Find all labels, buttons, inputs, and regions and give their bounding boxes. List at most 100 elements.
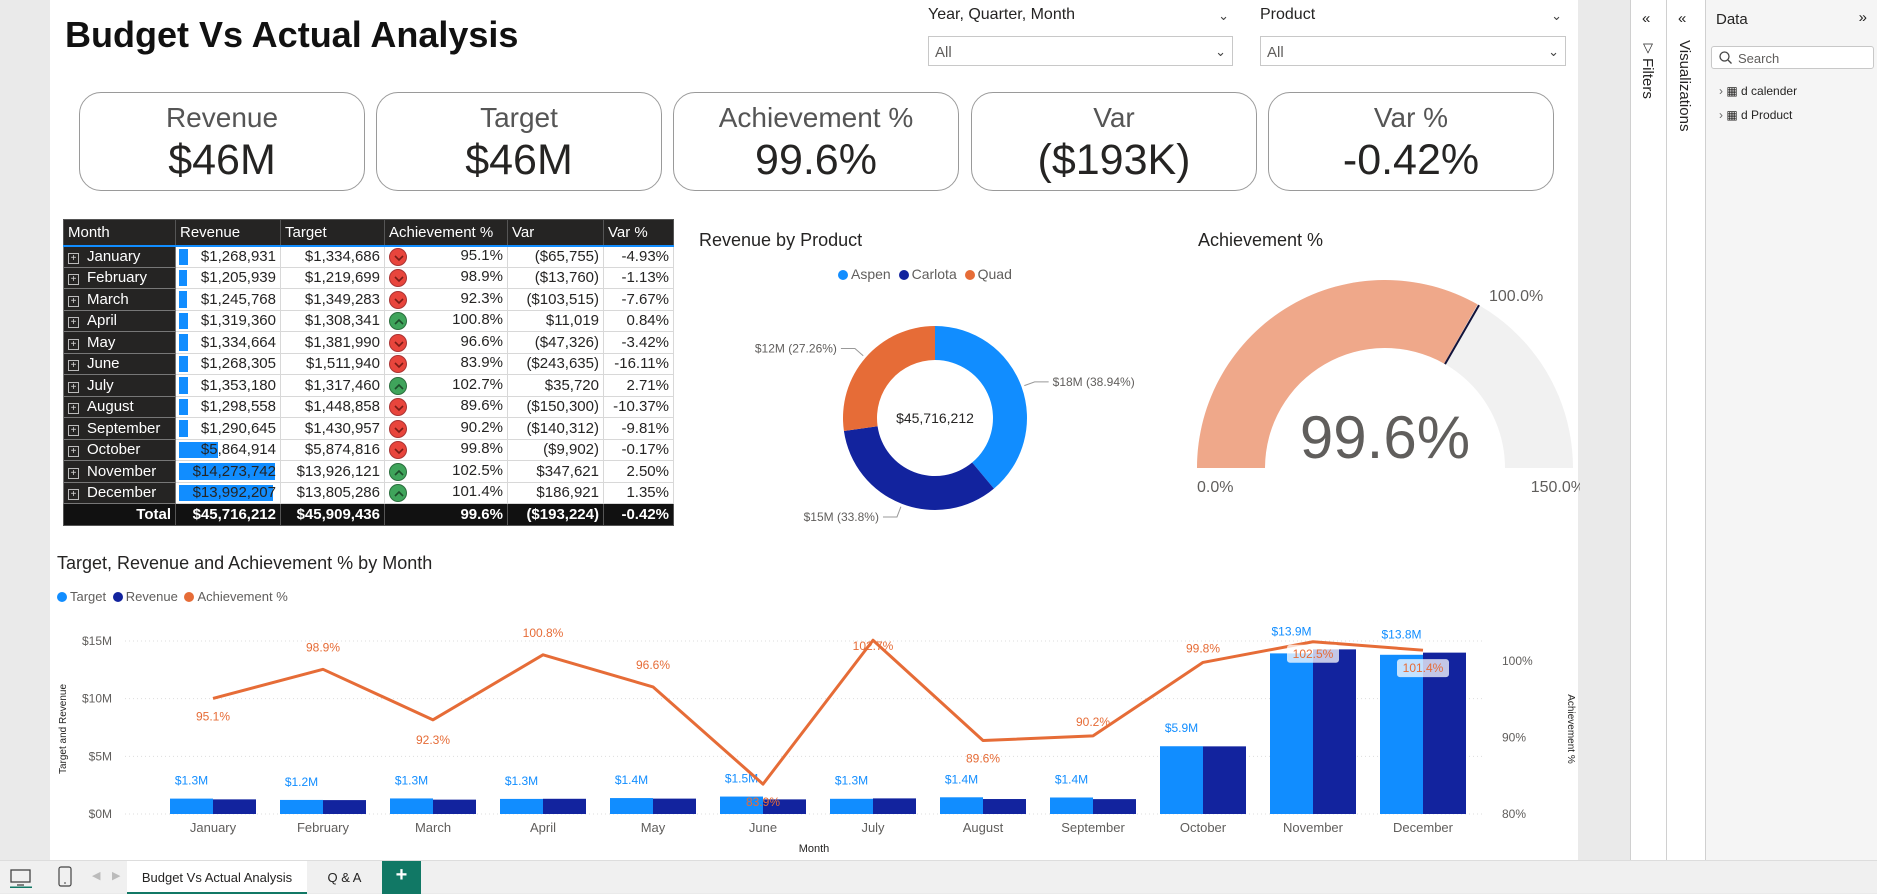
expand-icon[interactable]: + (68, 467, 79, 479)
target-bar[interactable] (500, 798, 543, 814)
gauge-value-label: 99.6% (1300, 404, 1470, 471)
month-cell[interactable]: + January (63, 245, 176, 268)
slicer-dropdown[interactable]: All ⌄ (928, 36, 1233, 66)
expand-filters-icon[interactable]: « (1642, 10, 1650, 27)
visualizations-pane-collapsed[interactable]: « Visualizations (1666, 0, 1705, 860)
expand-icon[interactable]: + (68, 403, 79, 415)
combo-chart: $0M $5M $10M $15M 80% 90% 100% Target and Reven… (58, 624, 1576, 855)
legend-item-target[interactable]: Target (57, 589, 106, 604)
data-item-d-calender[interactable]: › ▦ d calender (1719, 84, 1797, 98)
filters-pane-collapsed[interactable]: « ▽ Filters (1630, 0, 1666, 860)
expand-icon[interactable]: + (68, 274, 79, 286)
var-percent-cell: -9.81% (603, 417, 674, 440)
month-cell[interactable]: + June (63, 352, 176, 375)
donut-data-label: $18M (38.94%) (1053, 375, 1135, 389)
target-bar[interactable] (170, 798, 213, 814)
month-cell[interactable]: + November (63, 460, 176, 483)
expand-icon[interactable]: + (68, 317, 79, 329)
mobile-layout-icon[interactable] (58, 866, 72, 893)
revenue-bar[interactable] (213, 799, 256, 814)
slicer-product[interactable]: Product ⌄ All ⌄ (1260, 6, 1566, 66)
target-bar[interactable] (1160, 746, 1203, 814)
column-header-revenue[interactable]: Revenue (175, 219, 281, 247)
legend-item-quad[interactable]: Quad (961, 266, 1012, 282)
month-cell[interactable]: + April (63, 309, 176, 332)
expand-icon[interactable]: + (68, 253, 79, 264)
revenue-bar[interactable] (983, 799, 1026, 814)
data-search-input[interactable]: Search (1711, 46, 1874, 69)
revenue-bar[interactable] (433, 799, 476, 814)
desktop-layout-icon[interactable] (10, 868, 32, 893)
column-header-var-percent[interactable]: Var % (603, 219, 674, 247)
scroll-tabs-left-icon[interactable]: ◀ (92, 869, 100, 882)
arrow-up-circle-icon (389, 312, 407, 331)
data-item-d-product[interactable]: › ▦ d Product (1719, 108, 1792, 122)
revenue-data-bar (179, 420, 188, 437)
legend-item-carlota[interactable]: Carlota (895, 266, 957, 282)
expand-icon[interactable]: + (68, 489, 79, 501)
expand-icon[interactable]: + (68, 295, 79, 307)
month-cell[interactable]: + December (63, 481, 176, 504)
target-bar[interactable] (610, 798, 653, 814)
revenue-bar[interactable] (653, 798, 696, 814)
tab-q-and-a[interactable]: Q & A (307, 861, 382, 894)
table-row: + March $1,245,768 $1,349,283 92.3% ($103,515… (63, 288, 674, 311)
slicer-year-quarter-month[interactable]: Year, Quarter, Month ⌄ All ⌄ (928, 6, 1233, 66)
tab-budget-vs-actual-analysis[interactable]: Budget Vs Actual Analysis (127, 861, 307, 894)
revenue-bar[interactable] (873, 798, 916, 814)
revenue-bar[interactable] (1313, 649, 1356, 814)
legend-dot (184, 592, 195, 602)
scroll-tabs-right-icon[interactable]: ▶ (112, 869, 120, 882)
revenue-bar[interactable] (1203, 746, 1246, 814)
month-cell[interactable]: + October (63, 438, 176, 461)
expand-icon[interactable]: + (68, 424, 79, 436)
column-header-month[interactable]: Month (63, 219, 176, 247)
month-cell[interactable]: + March (63, 288, 176, 311)
revenue-cell: $1,298,558 (175, 395, 281, 418)
target-bar[interactable] (830, 798, 873, 814)
revenue-bar[interactable] (1093, 799, 1136, 814)
expand-icon[interactable]: + (68, 338, 79, 350)
target-bar[interactable] (1380, 654, 1423, 814)
var-cell: ($9,902) (507, 438, 604, 461)
chevron-down-icon[interactable]: ⌄ (1218, 8, 1229, 24)
var-percent-cell: -4.93% (603, 245, 674, 268)
month-cell[interactable]: + July (63, 374, 176, 397)
achievement-value: 102.7% (452, 375, 503, 393)
target-bar[interactable] (390, 798, 433, 814)
chevron-down-icon[interactable]: ⌄ (1551, 8, 1562, 24)
expand-icon[interactable]: + (68, 381, 79, 393)
month-cell[interactable]: + August (63, 395, 176, 418)
search-placeholder: Search (1738, 51, 1780, 66)
expand-icon[interactable]: + (68, 360, 79, 372)
column-header-var[interactable]: Var (507, 219, 604, 247)
slicer-dropdown[interactable]: All ⌄ (1260, 36, 1566, 66)
target-bar[interactable] (1270, 653, 1313, 814)
month-cell[interactable]: + September (63, 417, 176, 440)
revenue-bar[interactable] (323, 800, 366, 814)
legend-item-revenue[interactable]: Revenue (110, 589, 178, 604)
expand-visualizations-icon[interactable]: « (1678, 10, 1686, 27)
legend-item-aspen[interactable]: Aspen (838, 266, 891, 282)
column-header-target[interactable]: Target (280, 219, 385, 247)
achievement-cell: 100.8% (384, 309, 508, 332)
achievement-value: 96.6% (460, 332, 503, 350)
column-header-achievement[interactable]: Achievement % (384, 219, 508, 247)
x-tick-label: August (963, 820, 1004, 835)
add-page-button[interactable]: + (382, 861, 421, 894)
month-cell[interactable]: + February (63, 266, 176, 289)
target-bar[interactable] (280, 799, 323, 814)
revenue-value: $13,992,207 (192, 484, 276, 502)
expand-icon[interactable]: + (68, 446, 79, 458)
target-bar[interactable] (1050, 797, 1093, 814)
donut-slice-carlota[interactable] (843, 426, 994, 510)
target-bar[interactable] (940, 797, 983, 814)
collapse-data-pane-icon[interactable]: » (1859, 9, 1867, 26)
donut-slice-aspen[interactable] (935, 326, 1027, 489)
revenue-bar[interactable] (543, 798, 586, 814)
legend-label: Aspen (851, 266, 891, 282)
month-cell[interactable]: + May (63, 331, 176, 354)
var-cell: ($65,755) (507, 245, 604, 268)
kpi-value: -0.42% (1342, 136, 1480, 184)
legend-item-achievement[interactable]: Achievement % (181, 589, 288, 604)
